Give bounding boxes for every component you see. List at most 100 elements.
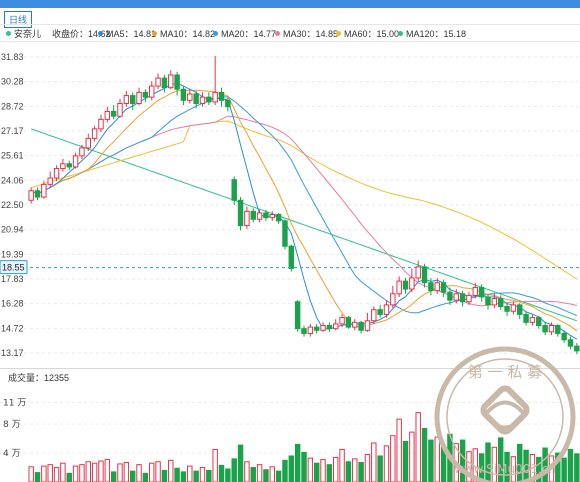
volume-bar bbox=[34, 472, 41, 482]
ma120-line bbox=[31, 128, 577, 322]
candle-body bbox=[472, 286, 479, 296]
candle-body bbox=[548, 325, 555, 333]
legend-ma120: MA120：15.18 bbox=[398, 27, 466, 40]
candle-body bbox=[136, 91, 142, 105]
dot-icon bbox=[275, 31, 280, 36]
volume-bar bbox=[282, 459, 288, 482]
candle-body bbox=[244, 210, 250, 227]
y-tick-label: 30.28 bbox=[1, 77, 24, 87]
volume-bar bbox=[244, 461, 250, 482]
candle-body bbox=[536, 317, 542, 327]
candle-body bbox=[358, 321, 364, 331]
candle-body bbox=[79, 147, 85, 157]
candle-body bbox=[478, 286, 485, 298]
candle-body bbox=[485, 296, 491, 306]
volume-bar bbox=[117, 463, 123, 482]
candle-body bbox=[339, 317, 345, 325]
candle-body bbox=[529, 317, 536, 323]
ma5-label: MA5：14.81 bbox=[106, 29, 157, 39]
candle-body bbox=[320, 325, 326, 331]
y-tick-label: 16.28 bbox=[1, 299, 24, 309]
volume-bar bbox=[206, 469, 212, 482]
volume-bar bbox=[41, 465, 47, 482]
candle-body bbox=[301, 328, 307, 334]
legend-stock: 安奈儿 bbox=[6, 27, 41, 40]
volume-bar bbox=[193, 470, 199, 482]
candle-body bbox=[504, 305, 510, 312]
volume-bar bbox=[352, 458, 358, 482]
volume-bar bbox=[402, 441, 409, 482]
volume-bar bbox=[320, 459, 326, 482]
candle-body bbox=[180, 88, 187, 101]
volume-bar bbox=[91, 462, 98, 482]
candle-body bbox=[364, 320, 371, 331]
dot-icon bbox=[398, 31, 403, 36]
y-tick-label: 24.06 bbox=[1, 175, 24, 185]
volume-bar bbox=[66, 472, 72, 482]
ma20-line bbox=[30, 96, 577, 316]
candle-body bbox=[41, 183, 47, 198]
candle-body bbox=[294, 301, 301, 330]
volume-bar bbox=[263, 469, 269, 482]
candle-body bbox=[466, 294, 472, 303]
volume-bar bbox=[149, 462, 155, 482]
candle-body bbox=[72, 155, 79, 168]
candle-body bbox=[187, 93, 193, 101]
stock-name: 安奈儿 bbox=[14, 29, 42, 39]
legend-ma10: MA10：14.82 bbox=[152, 27, 215, 40]
volume-bar bbox=[307, 457, 314, 482]
y-tick-label: 20.94 bbox=[1, 225, 24, 235]
candle-body bbox=[47, 177, 53, 185]
candle-body bbox=[428, 282, 434, 292]
candle-body bbox=[256, 212, 263, 220]
y-tick-label: 25.61 bbox=[1, 151, 24, 161]
legend-ma5: MA5：14.81 bbox=[98, 27, 156, 40]
volume-bar bbox=[333, 456, 339, 482]
candle-body bbox=[453, 293, 459, 301]
volume-bar bbox=[110, 471, 117, 482]
price-chart[interactable]: 31.83 30.28 28.72 27.17 25.61 24.06 22.50 20.94… bbox=[0, 42, 580, 368]
candle-body bbox=[282, 220, 288, 247]
candle-body bbox=[237, 199, 244, 227]
volume-bar bbox=[231, 458, 237, 482]
ma10-line bbox=[30, 89, 578, 332]
volume-bar bbox=[136, 464, 142, 482]
candle-body bbox=[459, 293, 466, 303]
candle-body bbox=[85, 137, 91, 149]
candle-body bbox=[275, 214, 282, 222]
volume-tick-label: 8 万 bbox=[3, 420, 21, 430]
candle-body bbox=[288, 245, 295, 269]
dot-icon bbox=[152, 31, 157, 36]
volume-bar bbox=[390, 435, 396, 482]
seal-watermark: 第 一 私 募 www.SiMu001.cn bbox=[434, 346, 576, 482]
candle-body bbox=[98, 118, 104, 130]
y-tick-label: 28.72 bbox=[1, 101, 24, 111]
volume-bar bbox=[218, 464, 225, 482]
ma30-label: MA30：14.85 bbox=[283, 29, 339, 39]
volume-bar bbox=[129, 470, 136, 482]
ma120-label: MA120：15.18 bbox=[406, 29, 467, 39]
volume-bar bbox=[161, 469, 168, 482]
candle-body bbox=[149, 85, 155, 98]
candle-body bbox=[104, 110, 111, 120]
volume-bar bbox=[377, 455, 383, 482]
volume-bar bbox=[339, 448, 345, 482]
volume-bar bbox=[28, 466, 34, 482]
volume-bar bbox=[364, 454, 371, 482]
candle-body bbox=[193, 93, 199, 105]
seal-bottom-text: www.SiMu001.cn bbox=[454, 462, 556, 476]
current-price-label: 18.55 bbox=[2, 263, 25, 273]
dot-icon bbox=[336, 31, 341, 36]
seal-top-text: 第 一 私 募 bbox=[468, 363, 542, 381]
volume-bar bbox=[313, 462, 320, 482]
volume-bar bbox=[104, 459, 111, 482]
candle-body bbox=[174, 74, 180, 90]
volume-bar bbox=[396, 418, 402, 482]
volume-bar bbox=[326, 464, 333, 482]
volume-tick-label: 11 万 bbox=[3, 398, 26, 408]
volume-bar bbox=[142, 472, 149, 482]
candle-body bbox=[440, 282, 447, 293]
candle-body bbox=[421, 266, 428, 284]
candle-body bbox=[34, 190, 41, 198]
volume-bar bbox=[288, 455, 295, 482]
